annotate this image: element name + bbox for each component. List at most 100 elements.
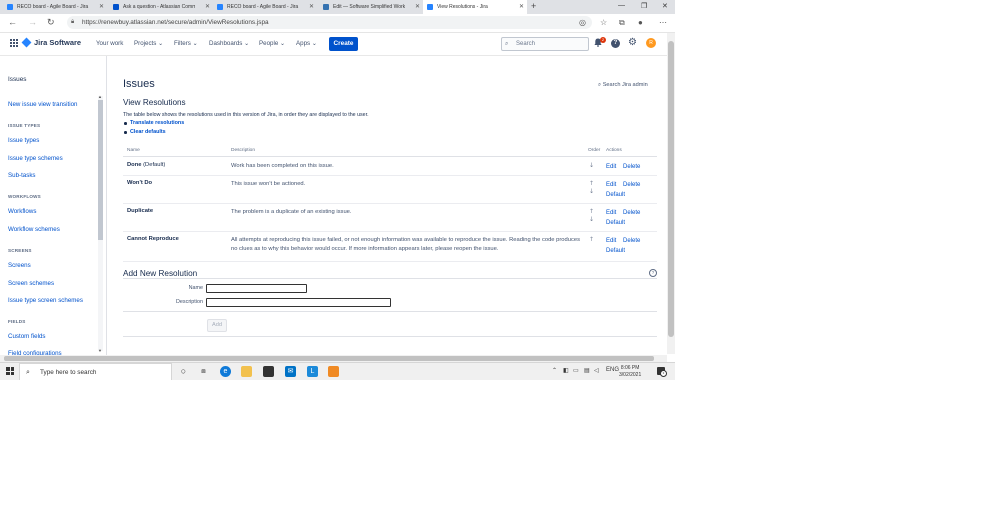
delete-link[interactable]: Delete <box>623 238 640 244</box>
more-icon[interactable]: ⋯ <box>659 18 667 27</box>
help-icon[interactable]: ? <box>611 39 620 48</box>
collections-icon[interactable]: ⧉ <box>619 18 625 28</box>
edit-link[interactable]: Edit <box>606 182 616 188</box>
move-up-icon[interactable]: 🡑 <box>590 235 593 245</box>
make-default-link[interactable]: Default <box>606 220 625 226</box>
page-vertical-scrollbar[interactable] <box>667 33 675 354</box>
delete-link[interactable]: Delete <box>623 182 640 188</box>
move-down-icon[interactable]: 🡓 <box>590 161 593 171</box>
clock[interactable]: 8:06 PM 3/02/2021 <box>619 365 641 379</box>
windows-start-icon[interactable] <box>6 367 14 375</box>
browser-tab[interactable]: RECO board - Agile Board - Jira ✕ <box>3 0 107 14</box>
tab-close-icon[interactable]: ✕ <box>415 3 420 10</box>
make-default-link[interactable]: Default <box>606 192 625 198</box>
jira-logo[interactable]: Jira Software <box>21 37 81 48</box>
sidebar-scrollbar-thumb[interactable] <box>98 100 103 240</box>
sidebar-link[interactable]: Workflow schemes <box>8 226 60 233</box>
sidebar-link[interactable]: Custom fields <box>8 333 45 340</box>
search-input[interactable]: ⌕ Search <box>501 37 589 51</box>
horizontal-scrollbar[interactable] <box>0 355 667 362</box>
page-title: Issues <box>123 78 155 90</box>
maximize-button[interactable]: ❐ <box>641 2 647 10</box>
table-header: Name Description Order Actions <box>123 148 657 157</box>
help-icon[interactable]: ? <box>649 269 657 277</box>
sidebar-link[interactable]: Issue type schemes <box>8 155 63 162</box>
browser-tab[interactable]: View Resolutions - Jira ✕ <box>423 0 527 14</box>
tray-chevron-icon[interactable]: ⌃ <box>552 367 557 374</box>
move-down-icon[interactable]: 🡓 <box>590 187 593 197</box>
tab-close-icon[interactable]: ✕ <box>309 3 314 10</box>
tab-close-icon[interactable]: ✕ <box>99 3 104 10</box>
description-input[interactable] <box>206 298 391 307</box>
store-icon[interactable] <box>263 366 274 377</box>
sidebar-link[interactable]: Issue types <box>8 137 39 144</box>
sidebar-link[interactable]: Sub-tasks <box>8 172 36 179</box>
sidebar-link[interactable]: Screens <box>8 262 31 269</box>
sidebar-scrollbar[interactable]: ▲ ▼ <box>98 94 103 353</box>
sidebar-section-heading: FIELDS <box>8 319 26 324</box>
volume-icon[interactable]: ◁ <box>594 367 599 374</box>
favorites-icon[interactable]: ☆ <box>600 18 607 27</box>
tracking-icon[interactable]: ◎ <box>579 18 586 27</box>
create-button[interactable]: Create <box>329 37 358 51</box>
translate-resolutions-link[interactable]: Translate resolutions <box>123 120 184 126</box>
close-window-button[interactable]: ✕ <box>662 2 668 10</box>
sidebar-link[interactable]: Screen schemes <box>8 280 54 287</box>
clear-defaults-link[interactable]: Clear defaults <box>124 129 166 135</box>
app-orange-icon[interactable] <box>328 366 339 377</box>
edit-link[interactable]: Edit <box>606 164 616 170</box>
taskbar-search[interactable]: ⌕ Type here to search <box>19 363 172 380</box>
tab-close-icon[interactable]: ✕ <box>519 3 524 10</box>
tab-close-icon[interactable]: ✕ <box>205 3 210 10</box>
new-tab-button[interactable]: + <box>531 1 536 11</box>
menu-your-work[interactable]: Your work <box>96 40 123 47</box>
browser-tab[interactable]: Edit — Software Simplified Work ✕ <box>319 0 423 14</box>
tab-title: RECO board - Agile Board - Jira <box>227 4 299 10</box>
browser-tab[interactable]: Ask a question - Atlassian Comm ✕ <box>109 0 213 14</box>
menu-dashboards[interactable]: Dashboards ⌄ <box>209 40 249 47</box>
edit-link[interactable]: Edit <box>606 238 616 244</box>
move-down-icon[interactable]: 🡓 <box>590 215 593 225</box>
hscroll-thumb[interactable] <box>4 356 654 361</box>
delete-link[interactable]: Delete <box>623 210 640 216</box>
search-icon: ⌕ <box>505 41 509 47</box>
name-input[interactable] <box>206 284 307 293</box>
menu-people[interactable]: People ⌄ <box>259 40 285 47</box>
sidebar-link[interactable]: Workflows <box>8 208 36 215</box>
scroll-up-icon[interactable]: ▲ <box>98 94 102 99</box>
back-icon[interactable]: ← <box>8 17 17 27</box>
menu-filters[interactable]: Filters ⌄ <box>174 40 198 47</box>
add-button[interactable]: Add <box>207 319 227 332</box>
settings-gear-icon[interactable]: ⚙ <box>628 37 637 48</box>
delete-link[interactable]: Delete <box>623 164 640 170</box>
scrollbar-thumb[interactable] <box>668 41 674 337</box>
mail-icon[interactable]: ✉ <box>285 366 296 377</box>
minimize-button[interactable]: — <box>618 2 625 9</box>
app-l-icon[interactable]: L <box>307 366 318 377</box>
task-view-icon[interactable]: ⧈ <box>198 366 209 377</box>
cortana-icon[interactable]: ○ <box>178 366 189 377</box>
search-jira-admin-link[interactable]: ⌕ Search Jira admin <box>598 82 648 89</box>
language-indicator[interactable]: ENG <box>606 367 619 373</box>
menu-projects[interactable]: Projects ⌄ <box>134 40 163 47</box>
menu-apps[interactable]: Apps ⌄ <box>296 40 317 47</box>
edge-icon[interactable]: e <box>220 366 231 377</box>
scroll-down-icon[interactable]: ▼ <box>98 348 102 353</box>
browser-tab[interactable]: RECO board - Agile Board - Jira ✕ <box>213 0 317 14</box>
avatar[interactable]: R <box>646 38 656 48</box>
app-switcher-icon[interactable] <box>10 39 18 47</box>
edit-link[interactable]: Edit <box>606 210 616 216</box>
sidebar-link[interactable]: Issue type screen schemes <box>8 297 83 304</box>
network-icon[interactable]: ▤ <box>584 367 590 374</box>
make-default-link[interactable]: Default <box>606 248 625 254</box>
tray-app-icon[interactable]: ◧ <box>563 367 569 374</box>
forward-icon[interactable]: → <box>28 17 37 27</box>
lock-icon: 🔒︎ <box>71 19 75 25</box>
address-bar[interactable]: 🔒︎ https://renewbuy.atlassian.net/secure… <box>67 16 592 29</box>
file-explorer-icon[interactable] <box>241 366 252 377</box>
profile-icon[interactable]: ● <box>638 18 643 27</box>
sidebar-link[interactable]: New issue view transition <box>8 101 77 108</box>
refresh-icon[interactable]: ↻ <box>47 17 55 28</box>
notification-center-icon[interactable]: 3 <box>657 367 667 377</box>
battery-icon[interactable]: ▭ <box>573 367 579 374</box>
